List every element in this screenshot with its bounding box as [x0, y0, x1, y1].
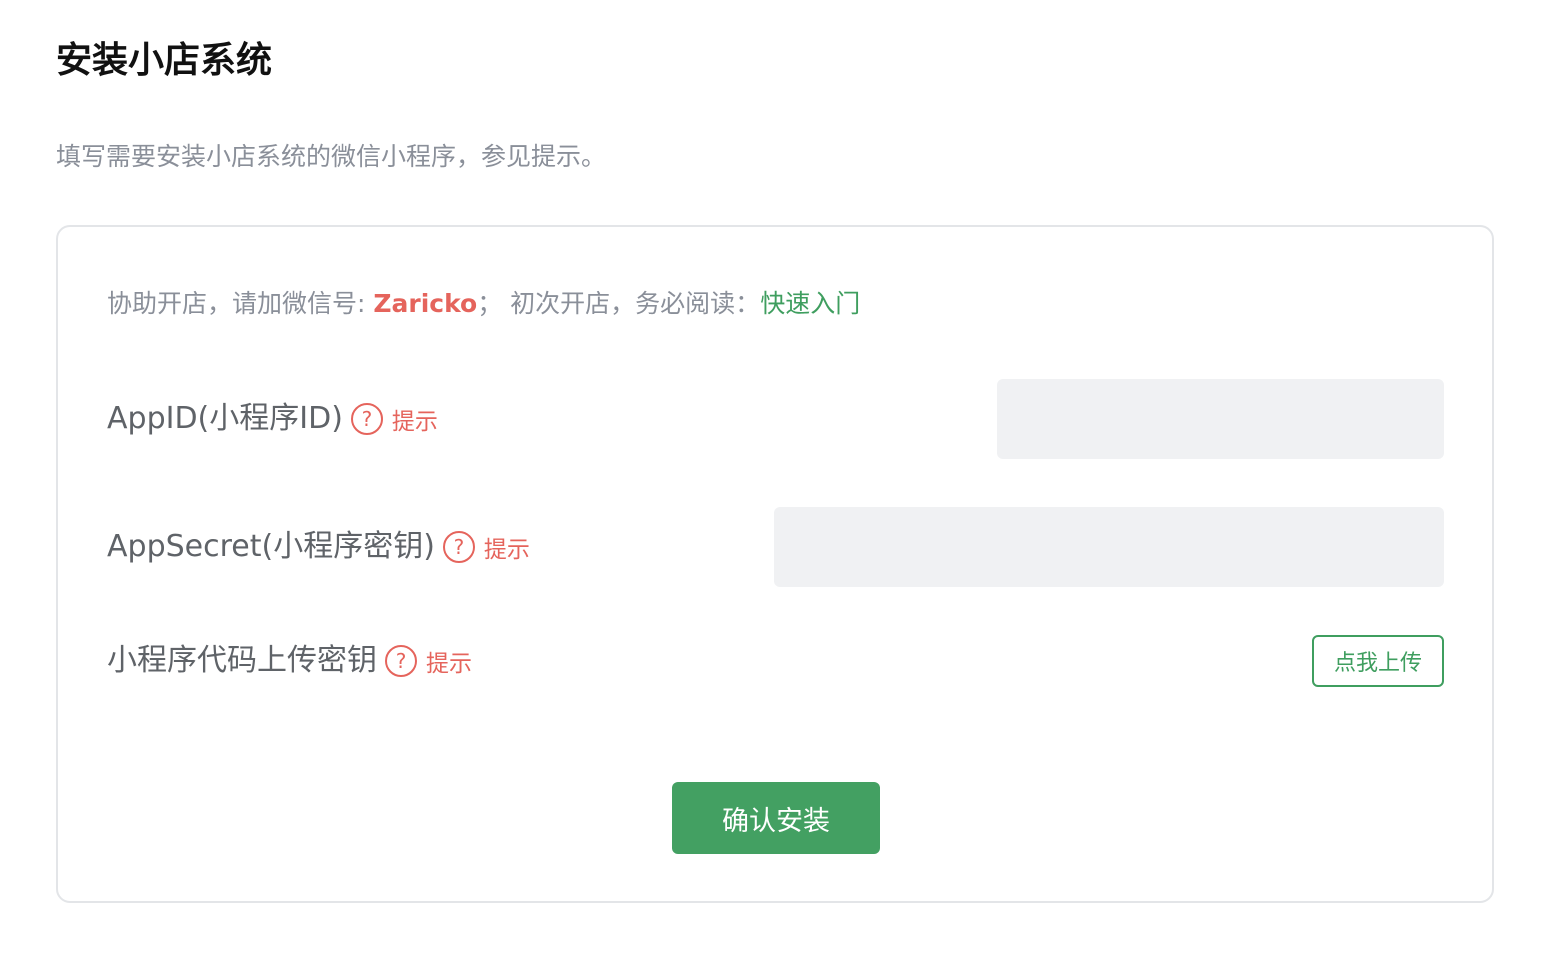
- upload-key-label: 小程序代码上传密钥: [107, 643, 377, 678]
- appsecret-input[interactable]: [774, 507, 1444, 587]
- quick-start-link[interactable]: 快速入门: [760, 289, 860, 318]
- appid-help-icon[interactable]: ?: [350, 403, 383, 435]
- appid-row: AppID(小程序ID) ? 提示: [107, 379, 1444, 459]
- confirm-install-button[interactable]: 确认安装: [672, 782, 880, 854]
- assist-prefix-text: 协助开店，请加微信号:: [107, 289, 374, 318]
- assist-notice: 协助开店，请加微信号: Zaricko； 初次开店，务必阅读：快速入门: [107, 286, 860, 322]
- page-title: 安装小店系统: [56, 40, 273, 81]
- appid-label: AppID(小程序ID): [107, 401, 343, 436]
- upload-key-button[interactable]: 点我上传: [1312, 635, 1444, 687]
- appsecret-help-icon[interactable]: ?: [442, 531, 475, 563]
- upload-key-help-icon[interactable]: ?: [385, 645, 417, 677]
- appsecret-row: AppSecret(小程序密钥) ? 提示: [107, 507, 1444, 587]
- upload-key-row: 小程序代码上传密钥 ? 提示 点我上传: [107, 635, 1444, 687]
- appsecret-label: AppSecret(小程序密钥): [107, 529, 435, 564]
- wechat-id: Zaricko: [373, 289, 478, 318]
- appid-input[interactable]: [997, 379, 1444, 459]
- appsecret-hint-link[interactable]: 提示: [484, 530, 530, 564]
- notice-separator-text: ； 初次开店，务必阅读：: [477, 289, 761, 318]
- install-form-card: 协助开店，请加微信号: Zaricko； 初次开店，务必阅读：快速入门 AppI…: [56, 225, 1494, 903]
- upload-key-hint-link[interactable]: 提示: [426, 644, 472, 678]
- page-description: 填写需要安装小店系统的微信小程序，参见提示。: [56, 142, 607, 171]
- appid-hint-link[interactable]: 提示: [392, 402, 438, 436]
